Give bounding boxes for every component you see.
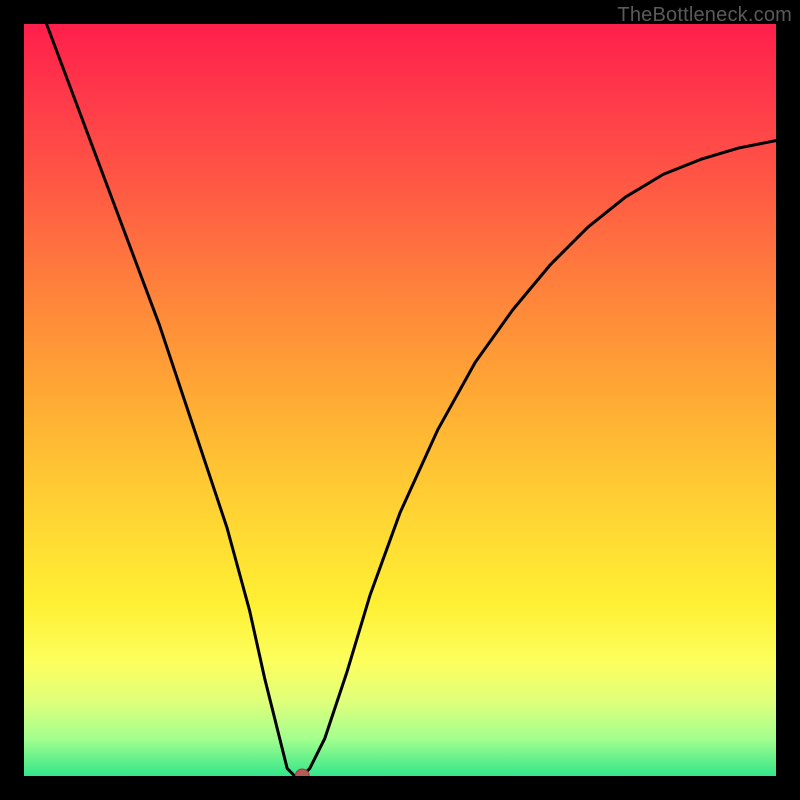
bottleneck-curve — [47, 24, 776, 776]
plot-area — [24, 24, 776, 776]
curve-layer — [24, 24, 776, 776]
attribution-watermark: TheBottleneck.com — [617, 4, 792, 27]
chart-root: TheBottleneck.com — [0, 0, 800, 800]
